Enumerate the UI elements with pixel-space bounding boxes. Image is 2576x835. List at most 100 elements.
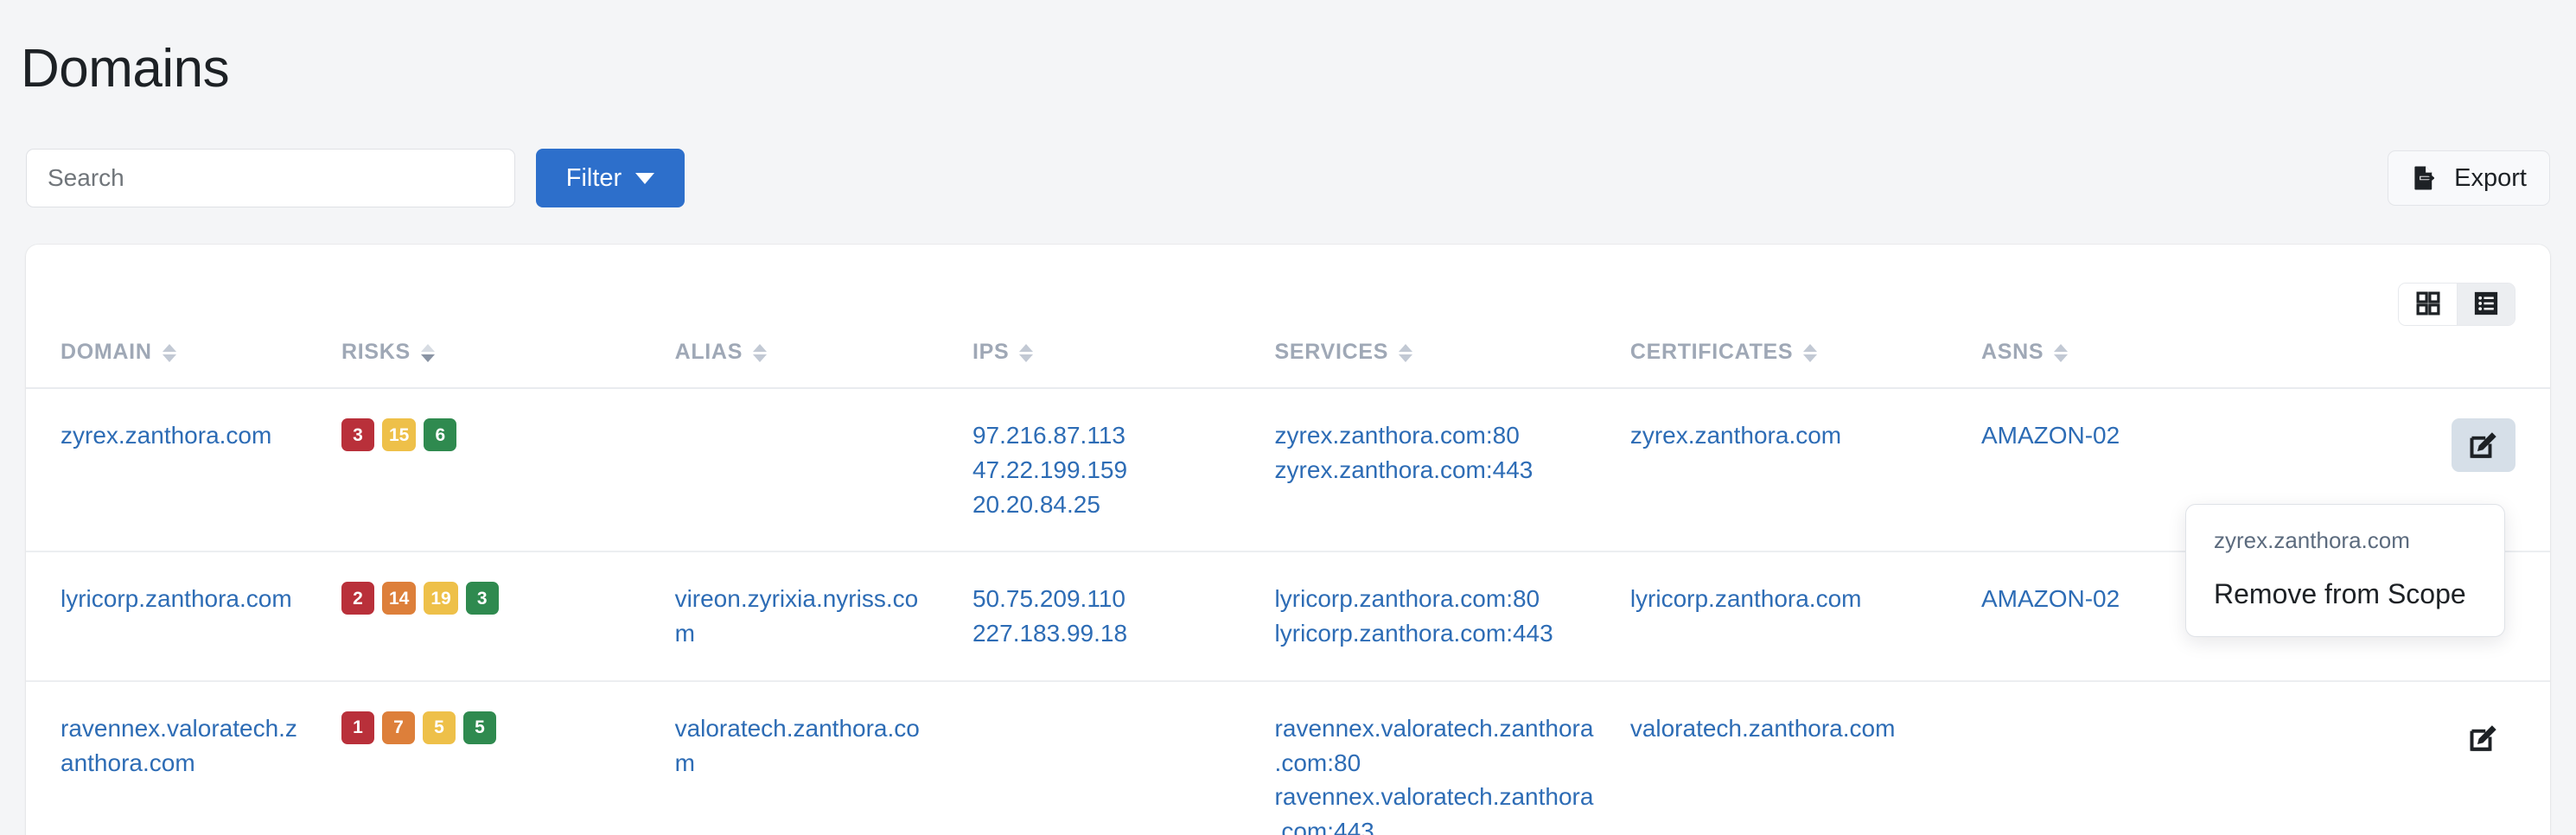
domain-link[interactable]: zyrex.zanthora.com [61, 418, 307, 453]
column-header-services-label: SERVICES [1274, 340, 1389, 364]
export-button-label: Export [2454, 163, 2527, 192]
risk-badge[interactable]: 3 [341, 418, 374, 451]
list-icon [2473, 290, 2499, 319]
toolbar: Filter Export [26, 149, 2550, 207]
cell-certificates-value[interactable]: lyricorp.zanthora.com [1630, 582, 1947, 616]
cell-ips-value[interactable]: 47.22.199.159 [972, 453, 1240, 488]
column-header-domain-label: DOMAIN [61, 340, 152, 364]
menu-item-remove-from-scope[interactable]: Remove from Scope [2186, 571, 2504, 621]
cell-services: zyrex.zanthora.com:80 zyrex.zanthora.com:… [1274, 388, 1630, 553]
cell-services: ravennex.valoratech.zanthora.com:80 raven… [1274, 680, 1630, 835]
column-header-risks-label: RISKS [341, 340, 411, 364]
risk-badge[interactable]: 5 [423, 711, 456, 744]
column-header-domain[interactable]: DOMAIN [26, 340, 341, 389]
risk-badge[interactable]: 19 [424, 582, 458, 615]
risk-badge[interactable]: 15 [382, 418, 417, 451]
edit-icon [2468, 430, 2499, 461]
cell-alias: valoratech.zanthora.com [674, 680, 972, 835]
edit-icon [2468, 723, 2499, 754]
cell-alias [674, 388, 972, 553]
context-menu: zyrex.zanthora.com Remove from Scope [2185, 504, 2505, 637]
cell-alias-value[interactable]: vireon.zyrixia.nyriss.com [675, 582, 938, 651]
domain-link[interactable]: lyricorp.zanthora.com [61, 582, 307, 616]
cell-ips-value[interactable]: 227.183.99.18 [972, 616, 1240, 651]
cell-ips: 97.216.87.113 47.22.199.159 20.20.84.25 [972, 388, 1275, 553]
cell-risks: 1755 [341, 680, 675, 835]
table-row: ravennex.valoratech.zanthora.com 1 7 5 5 valo… [26, 680, 2550, 835]
cell-ips-value[interactable]: 50.75.209.110 [972, 582, 1240, 616]
table-header: DOMAIN RISKS ALIAS IPS SERVICES CERTIFIC… [26, 340, 2550, 389]
cell-domain: ravennex.valoratech.zanthora.com [26, 680, 341, 835]
table-row: zyrex.zanthora.com 3 15 6 97.216.87.113 47.22… [26, 388, 2550, 553]
cell-risks: 2 14 19 3 [341, 551, 675, 682]
cell-alias: vireon.zyrixia.nyriss.com [674, 551, 972, 682]
risk-badge[interactable]: 3 [465, 582, 499, 615]
cell-certificates: zyrex.zanthora.com [1629, 388, 1981, 553]
cell-ips [972, 680, 1275, 835]
column-header-asns[interactable]: ASNS [1980, 340, 2364, 389]
cell-services-value[interactable]: lyricorp.zanthora.com:80 [1275, 582, 1596, 616]
list-view-button[interactable] [2457, 284, 2515, 325]
grid-icon [2415, 290, 2441, 319]
filter-button[interactable]: Filter [536, 149, 685, 207]
cell-certificates-value[interactable]: zyrex.zanthora.com [1630, 418, 1947, 453]
cell-certificates-value[interactable]: valoratech.zanthora.com [1630, 711, 1947, 746]
cell-services: lyricorp.zanthora.com:80 lyricorp.zanthor… [1274, 551, 1630, 682]
chevron-down-icon [635, 172, 655, 184]
risk-badge[interactable]: 2 [341, 582, 374, 615]
edit-row-button[interactable] [2452, 418, 2515, 472]
cell-certificates: valoratech.zanthora.com [1629, 680, 1981, 835]
sort-icon [2054, 341, 2069, 364]
column-header-ips-label: IPS [972, 340, 1010, 364]
risk-badge[interactable]: 6 [424, 418, 457, 451]
cell-ips-value[interactable]: 97.216.87.113 [972, 418, 1240, 453]
risk-badge[interactable]: 7 [382, 711, 415, 744]
export-button[interactable]: Export [2388, 150, 2550, 206]
cell-asns-value[interactable]: AMAZON-02 [1981, 418, 2329, 453]
cell-services-value[interactable]: zyrex.zanthora.com:80 [1275, 418, 1596, 453]
cell-alias-value[interactable]: valoratech.zanthora.com [675, 711, 938, 781]
cell-ips: 50.75.209.110 227.183.99.18 [972, 551, 1275, 682]
edit-row-button[interactable] [2452, 711, 2515, 765]
sort-icon [753, 341, 768, 364]
column-header-actions [2363, 340, 2550, 389]
cell-asns [1980, 680, 2364, 835]
column-header-certificates[interactable]: CERTIFICATES [1629, 340, 1981, 389]
page-title: Domains [21, 38, 230, 99]
column-header-services[interactable]: SERVICES [1274, 340, 1630, 389]
cell-services-value[interactable]: lyricorp.zanthora.com:443 [1275, 616, 1596, 651]
sort-icon [1803, 341, 1818, 364]
domains-card: DOMAIN RISKS ALIAS IPS SERVICES CERTIFIC… [26, 245, 2550, 835]
cell-services-value[interactable]: zyrex.zanthora.com:443 [1275, 453, 1596, 488]
table-header-row: DOMAIN RISKS ALIAS IPS SERVICES CERTIFIC… [26, 340, 2550, 389]
grid-view-button[interactable] [2399, 284, 2457, 325]
sort-icon [1399, 341, 1413, 364]
column-header-certificates-label: CERTIFICATES [1629, 340, 1794, 364]
column-header-risks[interactable]: RISKS [341, 340, 675, 389]
cell-actions [2363, 680, 2550, 835]
domains-table: DOMAIN RISKS ALIAS IPS SERVICES CERTIFIC… [26, 340, 2550, 835]
risk-badge[interactable]: 1 [341, 711, 374, 744]
cell-services-value[interactable]: ravennex.valoratech.zanthora.com:443 [1275, 780, 1596, 835]
context-menu-header: zyrex.zanthora.com [2214, 527, 2410, 553]
column-header-asns-label: ASNS [1980, 340, 2044, 364]
risk-badge[interactable]: 5 [463, 711, 496, 744]
file-export-icon [2409, 163, 2439, 193]
sort-icon-active [420, 341, 435, 364]
table-row: lyricorp.zanthora.com 2 14 19 3 vireon.zyrixi… [26, 551, 2550, 682]
column-header-alias-label: ALIAS [674, 340, 743, 364]
domain-link[interactable]: ravennex.valoratech.zanthora.com [61, 711, 307, 781]
search-input[interactable] [26, 149, 515, 207]
sort-icon [162, 341, 176, 364]
column-header-alias[interactable]: ALIAS [674, 340, 972, 389]
cell-certificates: lyricorp.zanthora.com [1629, 551, 1981, 682]
cell-services-value[interactable]: ravennex.valoratech.zanthora.com:80 [1275, 711, 1596, 781]
cell-ips-value[interactable]: 20.20.84.25 [972, 488, 1240, 522]
risk-badge[interactable]: 14 [382, 582, 417, 615]
cell-domain: lyricorp.zanthora.com [26, 551, 341, 682]
filter-button-label: Filter [565, 163, 622, 192]
table-body: zyrex.zanthora.com 3 15 6 97.216.87.113 47.22… [26, 388, 2550, 835]
view-toggle [2398, 283, 2515, 326]
column-header-ips[interactable]: IPS [972, 340, 1275, 389]
page-root: Domains Filter Export [0, 0, 2576, 835]
